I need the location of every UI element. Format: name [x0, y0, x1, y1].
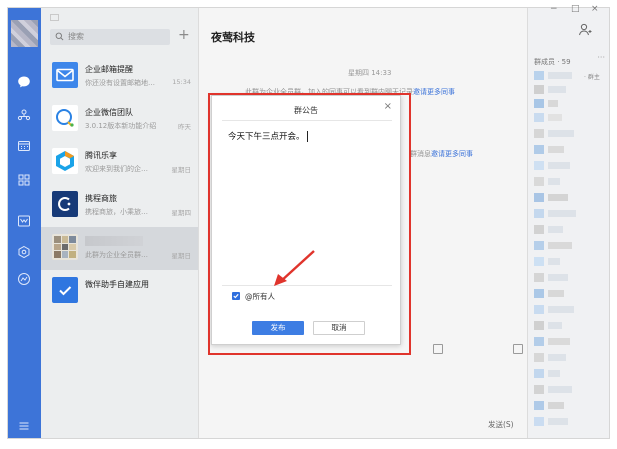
publish-button[interactable]: 发布 — [252, 321, 304, 335]
session-time: 昨天 — [178, 123, 191, 131]
close-icon[interactable]: × — [384, 101, 392, 112]
session-item-ctrip[interactable]: 携程商旅 携程商旅，小乘旅… 星期四 — [41, 184, 198, 227]
session-list-panel: 搜索 + 企业邮箱提醒 你还没有设置邮箱地… 15:34 企业微信团队 3.0.… — [41, 8, 199, 438]
window-controls: − □ × — [536, 4, 602, 16]
system-message-2: 群消息邀请更多同事 — [410, 149, 473, 159]
invite-link-2[interactable]: 邀请更多同事 — [431, 150, 473, 158]
session-preview: 3.0.12版本新功能介绍 — [85, 122, 157, 130]
session-item-mail[interactable]: 企业邮箱提醒 你还没有设置邮箱地… 15:34 — [41, 55, 198, 98]
session-time: 15:34 — [172, 78, 191, 86]
member-row[interactable] — [534, 289, 606, 298]
session-item-app[interactable]: 微伴助手自建应用 — [41, 270, 198, 313]
member-row[interactable] — [534, 225, 606, 234]
minimize-button[interactable]: − — [550, 4, 558, 14]
mention-all-checkbox[interactable] — [232, 292, 240, 300]
chat-title: 夜莺科技 — [211, 31, 255, 44]
session-item-team[interactable]: 企业微信团队 3.0.12版本新功能介绍 昨天 — [41, 98, 198, 141]
session-item-lexiang[interactable]: 腾讯乐享 欢迎来到我们的企… 星期日 — [41, 141, 198, 184]
workbench-icon[interactable] — [16, 138, 32, 154]
app-check-icon — [52, 277, 78, 303]
system-message-text: 群消息 — [410, 150, 431, 158]
session-title: 微伴助手自建应用 — [85, 280, 149, 289]
member-row[interactable] — [534, 401, 606, 410]
member-count: 群成员 · 59 — [534, 58, 571, 66]
member-row[interactable] — [534, 273, 606, 282]
session-preview: 携程商旅，小乘旅… — [85, 208, 148, 216]
member-row[interactable]: · 群主 — [534, 71, 606, 81]
session-preview: 你还没有设置邮箱地… — [85, 79, 155, 87]
session-preview: 欢迎来到我们的企… — [85, 165, 148, 173]
member-row[interactable] — [534, 161, 606, 170]
session-title: 携程商旅 — [85, 194, 117, 203]
session-time: 星期日 — [171, 166, 192, 174]
ctrip-icon — [52, 191, 78, 217]
contacts-icon[interactable] — [16, 107, 32, 123]
message-icon[interactable] — [16, 74, 32, 90]
member-row[interactable] — [534, 257, 606, 266]
member-row[interactable] — [534, 145, 606, 154]
drive-icon[interactable] — [16, 244, 32, 260]
mail-rail-icon[interactable] — [16, 213, 32, 229]
invite-link[interactable]: 邀请更多同事 — [413, 88, 455, 96]
cancel-button[interactable]: 取消 — [313, 321, 365, 335]
lexiang-icon — [52, 148, 78, 174]
chat-history-icon[interactable] — [513, 344, 523, 354]
member-row[interactable] — [534, 193, 606, 202]
member-row[interactable] — [534, 129, 606, 138]
search-input[interactable]: 搜索 — [50, 29, 170, 45]
member-row[interactable] — [534, 177, 606, 186]
owner-tag: · 群主 — [584, 74, 600, 81]
member-row[interactable] — [534, 417, 606, 426]
menu-icon[interactable] — [16, 418, 32, 434]
announcement-dialog: 群公告 × 今天下午三点开会。 @所有人 发布 取消 — [211, 95, 401, 345]
chat-date: 星期四 14:33 — [348, 69, 392, 77]
member-panel: 群成员 · 59 ··· · 群主 — [527, 8, 609, 438]
member-row[interactable] — [534, 113, 606, 122]
member-row[interactable] — [534, 305, 606, 314]
divider — [222, 120, 392, 121]
mention-all-label: @所有人 — [245, 292, 275, 301]
add-icon[interactable]: + — [178, 26, 190, 44]
screenshot-tool-icon[interactable] — [433, 344, 443, 354]
search-placeholder: 搜索 — [68, 32, 84, 41]
member-row[interactable] — [534, 353, 606, 362]
member-row[interactable] — [534, 337, 606, 346]
member-row[interactable] — [534, 321, 606, 330]
member-row[interactable] — [534, 369, 606, 378]
announcement-textarea[interactable]: 今天下午三点开会。 — [228, 130, 308, 142]
window-menu-icon[interactable] — [50, 14, 59, 21]
member-row[interactable] — [534, 241, 606, 250]
user-avatar[interactable] — [11, 20, 38, 47]
maximize-button[interactable]: □ — [571, 4, 580, 14]
nav-rail — [8, 8, 41, 438]
session-time: 星期日 — [171, 252, 192, 260]
announcement-text: 今天下午三点开会。 — [228, 132, 305, 142]
close-window-button[interactable]: × — [591, 4, 599, 14]
group-avatar — [52, 234, 78, 260]
member-row[interactable] — [534, 99, 606, 108]
session-title: 企业邮箱提醒 — [85, 65, 133, 74]
divider — [222, 285, 392, 286]
member-row[interactable] — [534, 85, 606, 94]
session-title-blurred — [85, 236, 143, 246]
session-title: 企业微信团队 — [85, 108, 133, 117]
member-row[interactable] — [534, 209, 606, 218]
wework-team-icon — [52, 105, 78, 131]
text-caret — [306, 131, 308, 142]
mail-icon — [52, 62, 78, 88]
session-preview: 此群为企业全员群… — [85, 251, 148, 259]
more-icon[interactable]: ··· — [597, 53, 605, 62]
session-item-group[interactable]: 此群为企业全员群… 星期日 — [41, 227, 198, 270]
person-icon[interactable] — [578, 22, 592, 36]
session-title: 腾讯乐享 — [85, 151, 117, 160]
session-time: 星期四 — [171, 209, 192, 217]
apps-icon[interactable] — [16, 172, 32, 188]
meeting-icon[interactable] — [16, 271, 32, 287]
member-row[interactable] — [534, 385, 606, 394]
search-icon — [55, 32, 64, 41]
send-button[interactable]: 发送(S) — [488, 419, 514, 430]
dialog-title: 群公告 — [294, 106, 318, 115]
